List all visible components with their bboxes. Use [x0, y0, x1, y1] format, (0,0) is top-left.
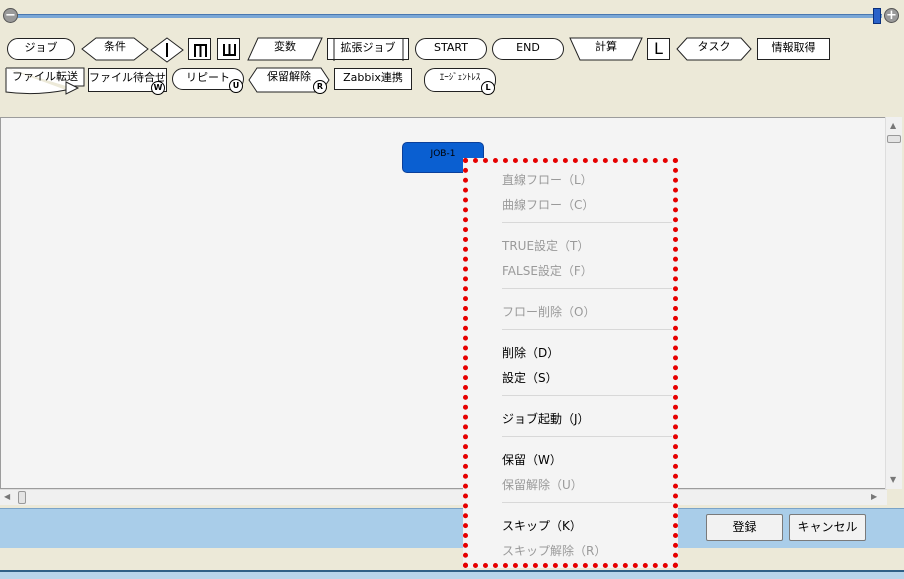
tool-loop-start[interactable]: [150, 37, 184, 63]
scroll-right-icon[interactable]: ▶: [871, 492, 877, 501]
diamond-bar-icon: [150, 37, 184, 63]
tool-hold-release[interactable]: 保留解除 R: [248, 67, 330, 94]
zoom-slider-track[interactable]: [14, 14, 882, 18]
tool-agentless-label: ｴｰｼﾞｪﾝﾄﾚｽ: [439, 73, 481, 83]
tool-end[interactable]: END: [492, 38, 564, 60]
tool-file-transfer-label: ファイル転送: [12, 70, 78, 83]
scroll-up-icon[interactable]: ▲: [890, 121, 896, 130]
tool-condition-label: 条件: [104, 40, 126, 53]
context-menu: 直線フロー（L） 曲線フロー（C） TRUE設定（T） FALSE設定（F） フ…: [463, 158, 678, 568]
menu-skip[interactable]: スキップ（K）: [502, 517, 582, 534]
menu-separator: [502, 288, 672, 289]
tool-task-label: タスク: [697, 40, 731, 53]
menu-job-start[interactable]: ジョブ起動（J）: [502, 410, 590, 427]
tool-start[interactable]: START: [415, 38, 487, 60]
tool-file-transfer[interactable]: ファイル転送: [5, 67, 85, 96]
menu-false-set[interactable]: FALSE設定（F）: [502, 262, 593, 279]
tool-calc[interactable]: 計算: [569, 37, 643, 61]
parallel-end-icon: [223, 44, 236, 56]
tool-calc-label: 計算: [595, 40, 617, 53]
job-node-label: JOB-1: [430, 149, 456, 159]
menu-separator: [502, 395, 672, 396]
tool-info[interactable]: 情報取得: [757, 38, 830, 60]
tool-start-label: START: [434, 41, 468, 54]
status-bar: [0, 549, 904, 569]
horizontal-scrollbar[interactable]: ◀ ▶: [0, 489, 887, 505]
menu-separator: [502, 222, 672, 223]
tool-job-label: ジョブ: [24, 41, 58, 54]
l-badge-icon: L: [481, 81, 495, 95]
tool-repeat-label: リピート: [186, 71, 230, 84]
r-badge-icon: R: [313, 80, 327, 94]
w-badge-icon: W: [151, 81, 165, 95]
tool-hold-release-label: 保留解除: [267, 70, 311, 83]
tool-ext-job[interactable]: 拡張ジョブ: [327, 38, 409, 61]
tool-zabbix-label: Zabbix連携: [343, 71, 403, 84]
vertical-scroll-thumb[interactable]: [887, 135, 901, 143]
menu-delete[interactable]: 削除（D）: [502, 344, 559, 361]
tool-loop-end[interactable]: L: [647, 38, 670, 60]
menu-skip-release[interactable]: スキップ解除（R）: [502, 542, 606, 559]
tool-zabbix[interactable]: Zabbix連携: [334, 68, 412, 90]
zoom-slider-thumb[interactable]: [873, 8, 881, 24]
menu-hold[interactable]: 保留（W）: [502, 451, 562, 468]
menu-hold-release[interactable]: 保留解除（U）: [502, 476, 583, 493]
tool-job[interactable]: ジョブ: [7, 38, 75, 60]
menu-settings[interactable]: 設定（S）: [502, 369, 558, 386]
menu-separator: [502, 436, 672, 437]
parallel-start-icon: [194, 44, 207, 57]
menu-straight-flow[interactable]: 直線フロー（L）: [502, 171, 593, 188]
u-badge-icon: U: [229, 79, 243, 93]
cancel-button[interactable]: キャンセル: [789, 514, 866, 541]
tool-repeat[interactable]: リピート U: [172, 68, 244, 93]
bottom-edge: [0, 570, 904, 579]
vertical-scrollbar[interactable]: ▲ ▼: [885, 117, 902, 489]
horizontal-scroll-thumb[interactable]: [18, 491, 26, 504]
tool-info-label: 情報取得: [771, 41, 816, 54]
menu-flow-delete[interactable]: フロー削除（O）: [502, 303, 595, 320]
tool-parallel-end[interactable]: [217, 38, 240, 60]
tool-condition[interactable]: 条件: [81, 37, 149, 61]
menu-curved-flow[interactable]: 曲線フロー（C）: [502, 196, 594, 213]
tool-file-wait[interactable]: ファイル待合せ W: [88, 68, 167, 95]
tool-variable[interactable]: 変数: [247, 37, 323, 61]
menu-true-set[interactable]: TRUE設定（T）: [502, 237, 589, 254]
register-button[interactable]: 登録: [706, 514, 783, 541]
tool-parallel-start[interactable]: [188, 38, 211, 60]
menu-separator: [502, 329, 672, 330]
tool-variable-label: 変数: [274, 40, 296, 53]
tool-task[interactable]: タスク: [676, 37, 752, 61]
tool-loop-end-label: L: [654, 39, 663, 58]
tool-agentless[interactable]: ｴｰｼﾞｪﾝﾄﾚｽ L: [424, 68, 496, 95]
zoom-in-icon[interactable]: +: [884, 8, 899, 23]
zoom-out-icon[interactable]: −: [3, 8, 18, 23]
scroll-down-icon[interactable]: ▼: [890, 475, 896, 484]
tool-end-label: END: [516, 41, 540, 54]
scroll-left-icon[interactable]: ◀: [4, 492, 10, 501]
menu-separator: [502, 502, 672, 503]
tool-ext-job-label: 拡張ジョブ: [340, 41, 396, 54]
